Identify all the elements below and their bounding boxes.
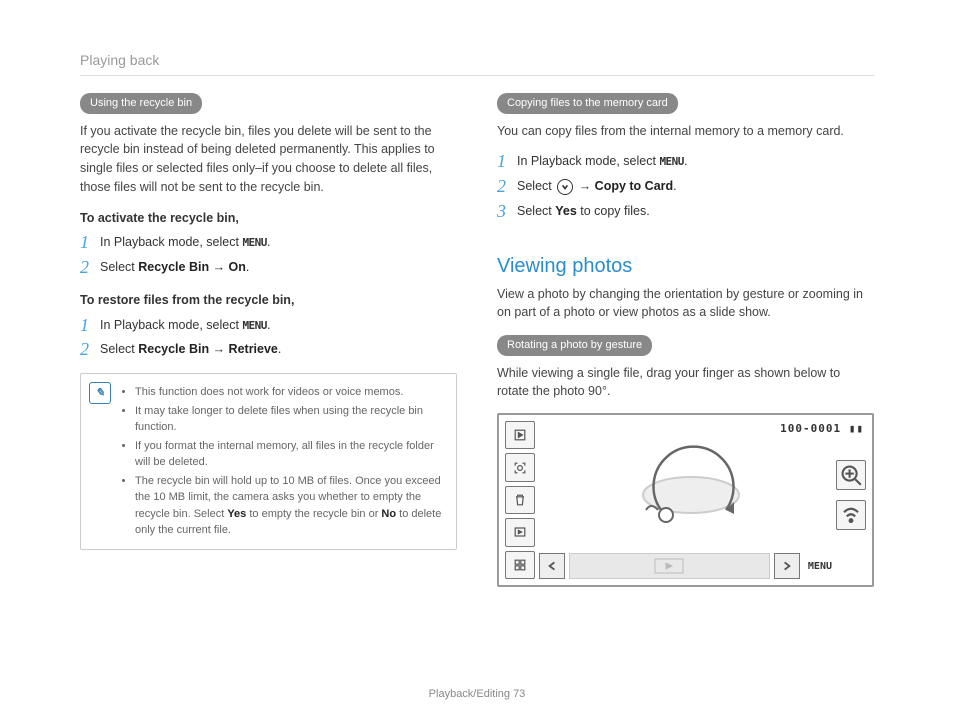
subhead-restore: To restore files from the recycle bin,: [80, 291, 457, 310]
trash-icon: [505, 486, 535, 514]
zoom-in-icon: [836, 460, 866, 490]
note-item: If you format the internal memory, all f…: [135, 438, 446, 471]
menu-icon: MENU: [659, 155, 684, 168]
slideshow-icon: [505, 518, 535, 546]
thumbnail-strip: [569, 553, 770, 579]
note-item: The recycle bin will hold up to 10 MB of…: [135, 473, 446, 539]
pill-recycle-bin: Using the recycle bin: [80, 93, 202, 114]
rotate-gesture-icon: [569, 435, 812, 545]
menu-icon: MENU: [242, 319, 267, 332]
grid-icon: [505, 551, 535, 579]
camera-screen-illustration: 100-0001 ▮▮: [497, 413, 874, 587]
image-counter: 100-0001: [780, 422, 841, 435]
recycle-intro: If you activate the recycle bin, files y…: [80, 122, 457, 197]
step: 1In Playback mode, select MENU.: [80, 233, 457, 252]
note-item: This function does not work for videos o…: [135, 384, 446, 401]
note-icon: ✎: [89, 382, 111, 404]
note-box: ✎ This function does not work for videos…: [80, 373, 457, 550]
viewing-desc: View a photo by changing the orientation…: [497, 285, 874, 323]
menu-icon: MENU: [808, 559, 832, 574]
step: 2Select → Copy to Card.: [497, 177, 874, 196]
prev-arrow-icon: [539, 553, 565, 579]
battery-icon: ▮▮: [849, 422, 864, 435]
step: 2Select Recycle Bin → On.: [80, 258, 457, 277]
wireless-icon: [836, 500, 866, 530]
menu-icon: MENU: [242, 236, 267, 249]
focus-icon: [505, 453, 535, 481]
step: 1In Playback mode, select MENU.: [497, 152, 874, 171]
play-icon: [505, 421, 535, 449]
pill-copy-card: Copying files to the memory card: [497, 93, 678, 114]
step: 3Select Yes to copy files.: [497, 202, 874, 221]
left-column: Using the recycle bin If you activate th…: [80, 92, 457, 587]
step: 2Select Recycle Bin → Retrieve.: [80, 340, 457, 359]
next-arrow-icon: [774, 553, 800, 579]
section-header: Playing back: [80, 50, 874, 76]
step: 1In Playback mode, select MENU.: [80, 316, 457, 335]
down-chevron-icon: [557, 179, 573, 195]
pill-rotating: Rotating a photo by gesture: [497, 335, 652, 356]
page-footer: Playback/Editing 73: [0, 686, 954, 703]
rotating-desc: While viewing a single file, drag your f…: [497, 364, 874, 402]
copy-intro: You can copy files from the internal mem…: [497, 122, 874, 141]
note-item: It may take longer to delete files when …: [135, 403, 446, 436]
heading-viewing-photos: Viewing photos: [497, 251, 874, 281]
subhead-activate: To activate the recycle bin,: [80, 209, 457, 228]
right-column: Copying files to the memory card You can…: [497, 92, 874, 587]
